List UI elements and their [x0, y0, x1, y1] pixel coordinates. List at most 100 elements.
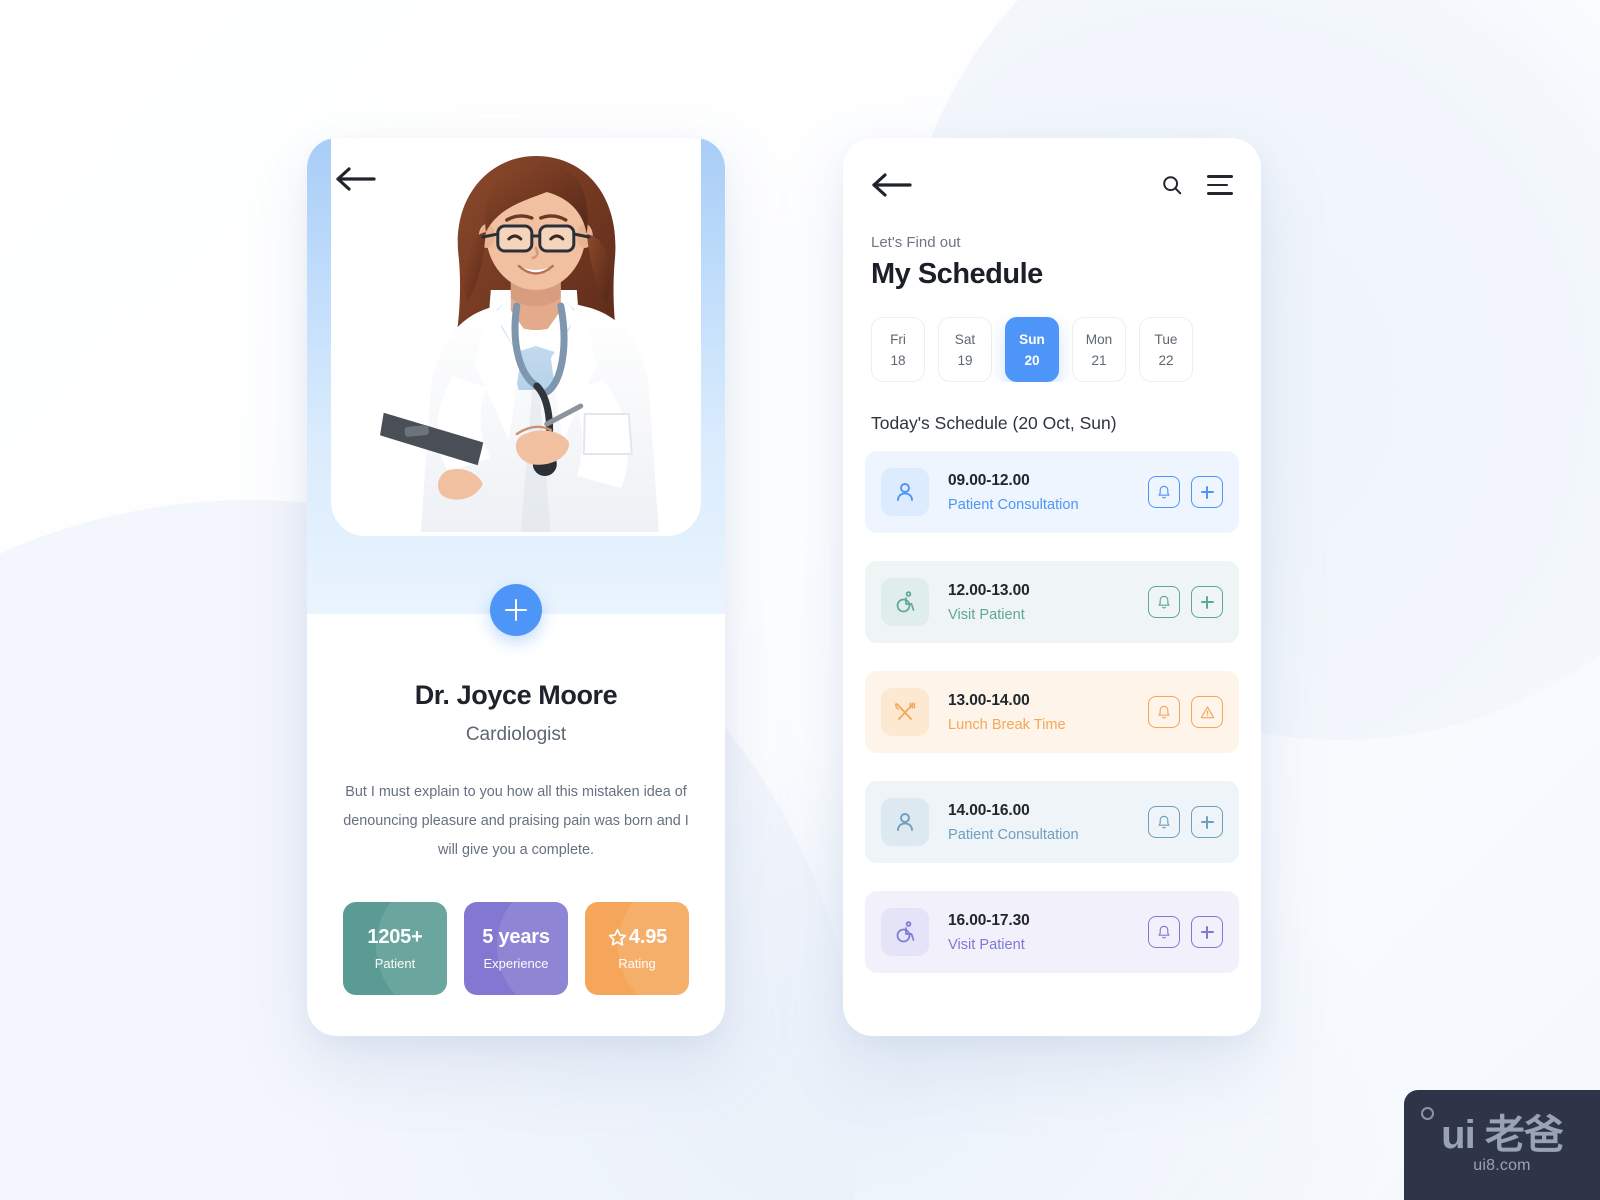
schedule-row[interactable]: 14.00-16.00 Patient Consultation [865, 781, 1239, 863]
schedule-list: 09.00-12.00 Patient Consultation 12.00-1… [843, 434, 1261, 973]
stat-card-rating[interactable]: 4.95 Rating [585, 902, 689, 996]
schedule-row-label: Visit Patient [948, 936, 1025, 953]
schedule-row-text: 14.00-16.00 Patient Consultation [948, 802, 1148, 843]
schedule-row-icon-tile [881, 798, 929, 846]
section-title: Today's Schedule (20 Oct, Sun) [871, 413, 1117, 433]
person-icon [897, 483, 913, 501]
schedule-row[interactable]: 12.00-13.00 Visit Patient [865, 561, 1239, 643]
schedule-row[interactable]: 16.00-17.30 Visit Patient [865, 891, 1239, 973]
star-icon [608, 929, 627, 947]
reminder-button[interactable] [1148, 696, 1180, 728]
doctor-photo-panel [331, 138, 701, 536]
date-chip-dow: Mon [1085, 331, 1113, 347]
watermark-url: ui8.com [1473, 1157, 1531, 1174]
header-actions [1161, 174, 1233, 196]
doctor-details: Dr. Joyce Moore Cardiologist But I must … [307, 614, 725, 996]
watermark: ui 老爸 ui8.com [1404, 1090, 1600, 1200]
warning-icon [1200, 705, 1214, 718]
schedule-row-time: 14.00-16.00 [948, 801, 1030, 819]
schedule-row-icon-tile [881, 908, 929, 956]
back-button[interactable] [871, 172, 913, 198]
bell-icon [1158, 925, 1170, 939]
arrow-left-icon [872, 173, 912, 197]
date-selector: Fri 18 Sat 19 Sun 20 Mon 21 Tue 22 [843, 291, 1261, 382]
date-chip-fri[interactable]: Fri 18 [871, 317, 925, 382]
stat-card-patient[interactable]: 1205+ Patient [343, 902, 447, 996]
schedule-screen: Let's Find out My Schedule Fri 18 Sat 19… [843, 138, 1261, 1036]
cutlery-icon [895, 702, 916, 720]
doctor-specialty: Cardiologist [465, 724, 567, 745]
wheelchair-icon [896, 591, 915, 613]
person-icon [897, 813, 913, 831]
schedule-row-actions [1148, 586, 1223, 618]
menu-button[interactable] [1207, 175, 1233, 195]
schedule-row-time: 12.00-13.00 [948, 581, 1030, 599]
schedule-row-actions [1148, 916, 1223, 948]
back-button[interactable] [335, 166, 377, 200]
date-chip-dom: 18 [890, 352, 906, 368]
date-chip-dow: Tue [1154, 331, 1178, 347]
watermark-logo: ui 老爸 [1441, 1113, 1564, 1157]
page-background [0, 0, 1600, 1200]
doctor-name: Dr. Joyce Moore [414, 680, 618, 710]
warning-button[interactable] [1191, 696, 1223, 728]
date-chip-dow: Sun [1019, 331, 1045, 347]
reminder-button[interactable] [1148, 476, 1180, 508]
add-button[interactable] [1191, 476, 1223, 508]
date-chip-dom: 20 [1024, 352, 1040, 368]
bell-icon [1158, 485, 1170, 499]
date-chip-dow: Sat [954, 331, 976, 347]
reminder-button[interactable] [1148, 916, 1180, 948]
date-chip-dow: Fri [890, 331, 906, 347]
stat-value: 4.95 [607, 926, 667, 949]
plus-icon [1200, 925, 1214, 939]
hamburger-line [1207, 183, 1228, 187]
schedule-row[interactable]: 13.00-14.00 Lunch Break Time [865, 671, 1239, 753]
schedule-row-text: 13.00-14.00 Lunch Break Time [948, 692, 1148, 733]
schedule-row-label: Patient Consultation [948, 496, 1079, 513]
schedule-row-icon-tile [881, 468, 929, 516]
stat-value: 1205+ [367, 926, 423, 949]
schedule-row-icon-tile [881, 578, 929, 626]
schedule-row-actions [1148, 476, 1223, 508]
schedule-row-label: Patient Consultation [948, 826, 1079, 843]
arrow-left-icon [336, 167, 376, 191]
bell-icon [1158, 705, 1170, 719]
date-chip-dom: 19 [957, 352, 973, 368]
hamburger-line [1207, 175, 1233, 178]
rating-value: 4.95 [628, 926, 668, 949]
doctor-profile-screen: Dr. Joyce Moore Cardiologist But I must … [307, 138, 725, 1036]
profile-hero [307, 138, 725, 614]
page-eyebrow: Let's Find out [871, 234, 961, 251]
stat-label: Experience [483, 956, 549, 972]
schedule-row-time: 16.00-17.30 [948, 911, 1030, 929]
bell-icon [1158, 595, 1170, 609]
schedule-row-time: 09.00-12.00 [948, 471, 1030, 489]
date-chip-tue[interactable]: Tue 22 [1139, 317, 1193, 382]
search-button[interactable] [1161, 174, 1183, 196]
camera-dot-icon [1421, 1107, 1434, 1120]
schedule-row-text: 12.00-13.00 Visit Patient [948, 582, 1148, 623]
add-button[interactable] [1191, 806, 1223, 838]
schedule-row-icon-tile [881, 688, 929, 736]
wheelchair-icon [896, 921, 915, 943]
schedule-row-label: Visit Patient [948, 606, 1025, 623]
schedule-row-time: 13.00-14.00 [948, 691, 1030, 709]
page-title: My Schedule [871, 258, 1043, 290]
reminder-button[interactable] [1148, 806, 1180, 838]
reminder-button[interactable] [1148, 586, 1180, 618]
schedule-row-text: 16.00-17.30 Visit Patient [948, 912, 1148, 953]
stat-card-experience[interactable]: 5 years Experience [464, 902, 568, 996]
doctor-bio: But I must explain to you how all this m… [343, 784, 689, 858]
schedule-row-actions [1148, 806, 1223, 838]
add-button[interactable] [1191, 586, 1223, 618]
stat-label: Patient [374, 956, 416, 972]
date-chip-sat[interactable]: Sat 19 [938, 317, 992, 382]
add-button[interactable] [1191, 916, 1223, 948]
date-chip-sun[interactable]: Sun 20 [1005, 317, 1059, 382]
date-chip-dom: 22 [1158, 352, 1174, 368]
schedule-row-text: 09.00-12.00 Patient Consultation [948, 472, 1148, 513]
date-chip-mon[interactable]: Mon 21 [1072, 317, 1126, 382]
add-button[interactable] [490, 584, 542, 636]
schedule-row[interactable]: 09.00-12.00 Patient Consultation [865, 451, 1239, 533]
